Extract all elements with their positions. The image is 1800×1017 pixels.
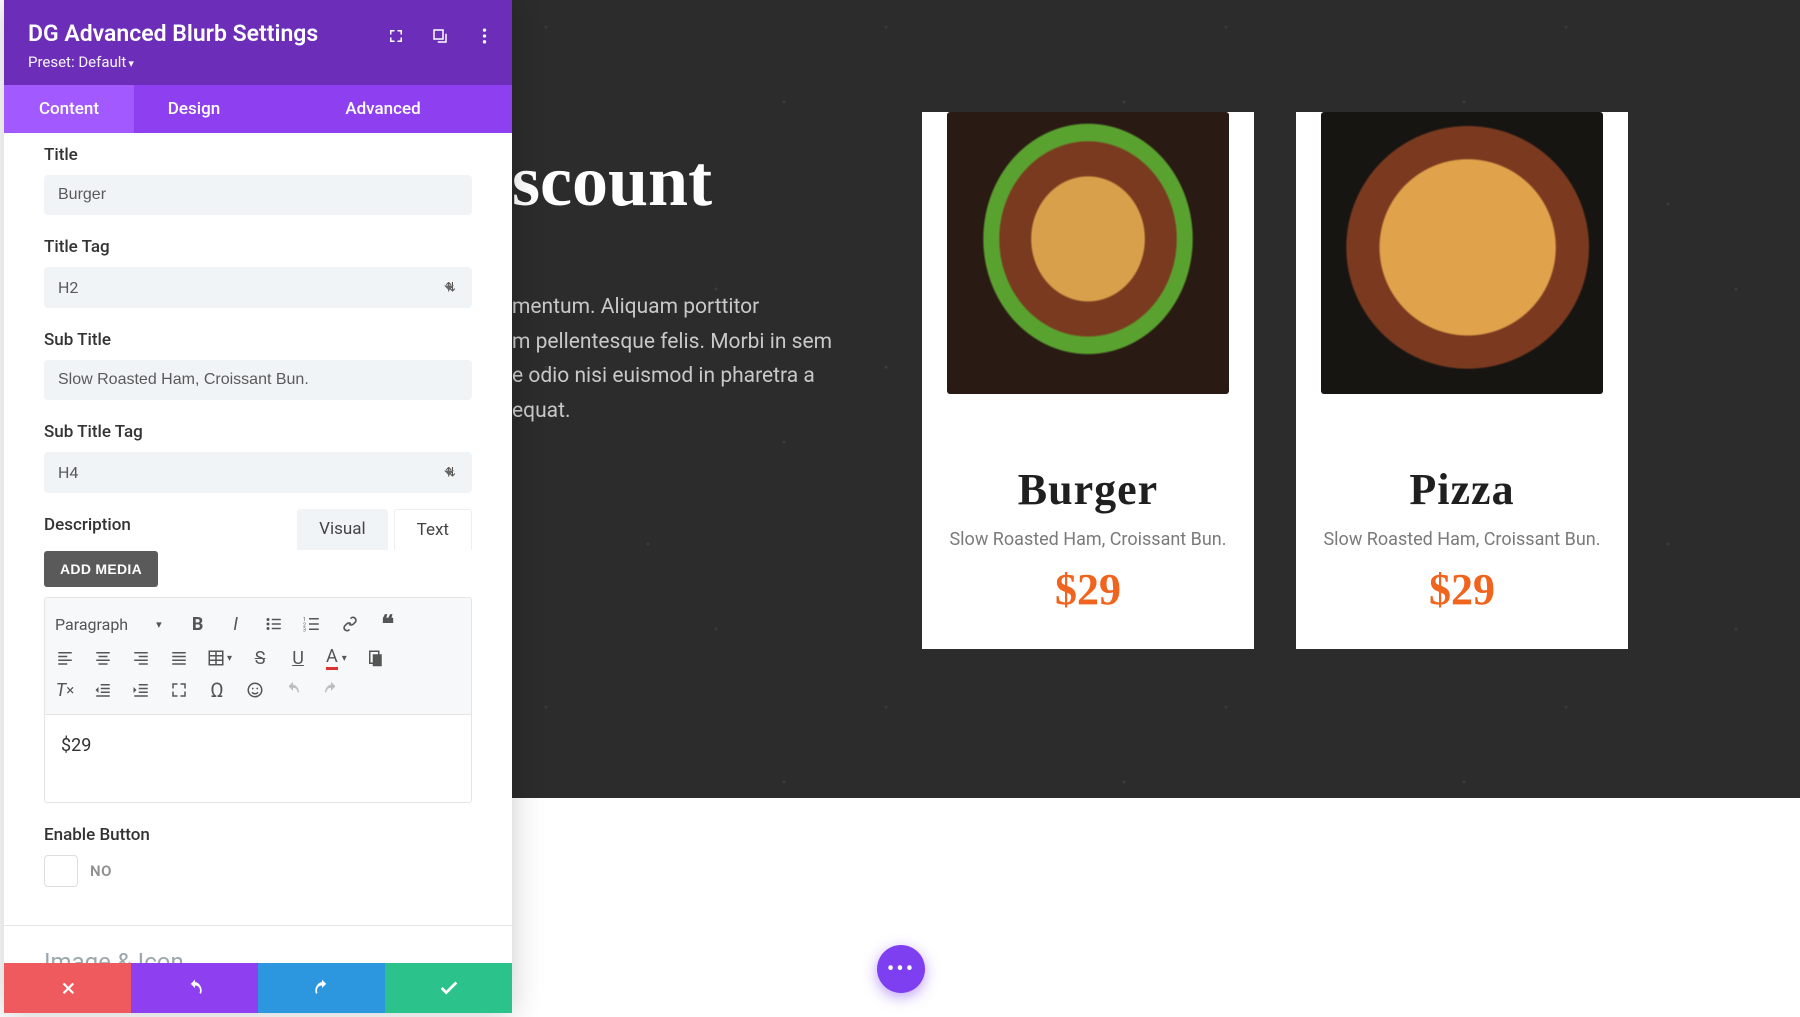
tab-design[interactable]: Design — [134, 85, 254, 133]
add-media-button[interactable]: ADD MEDIA — [44, 551, 158, 587]
indent-icon[interactable] — [131, 681, 151, 699]
card-title: Pizza — [1296, 464, 1628, 515]
tab-content[interactable]: Content — [4, 85, 134, 133]
bold-icon[interactable]: B — [188, 614, 208, 635]
enable-button-label: Enable Button — [44, 825, 472, 845]
select-caret-icon: ⇅ — [445, 465, 456, 480]
italic-icon[interactable]: I — [226, 614, 246, 635]
paragraph-dropdown[interactable]: Paragraph▾ — [55, 615, 170, 634]
blockquote-icon[interactable]: ❝ — [378, 610, 398, 638]
text-color-icon[interactable]: A▾ — [326, 646, 347, 670]
subtitle-tag-label: Sub Title Tag — [44, 422, 472, 442]
heading-fragment: scount — [512, 140, 712, 223]
tab-advanced[interactable]: Advanced — [254, 85, 512, 133]
panel-footer — [4, 963, 512, 1013]
special-char-icon[interactable]: Ω — [207, 678, 227, 702]
svg-text:3: 3 — [303, 628, 306, 634]
title-tag-label: Title Tag — [44, 237, 472, 257]
align-justify-icon[interactable] — [169, 649, 189, 667]
enable-button-toggle[interactable] — [44, 855, 78, 887]
food-card[interactable]: Burger Slow Roasted Ham, Croissant Bun. … — [922, 112, 1254, 649]
numbered-list-icon[interactable]: 123 — [302, 615, 322, 633]
bullet-list-icon[interactable] — [264, 615, 284, 633]
table-icon[interactable]: ▾ — [207, 649, 232, 667]
underline-icon[interactable]: U — [288, 648, 308, 669]
redo-button[interactable] — [258, 963, 385, 1013]
link-icon[interactable] — [340, 615, 360, 633]
panel-body[interactable]: Title Title Tag H2 ⇅ Sub Title Sub Title… — [4, 133, 512, 963]
hero-section: scount mentum. Aliquam porttitor m pelle… — [512, 0, 1800, 798]
align-right-icon[interactable] — [131, 649, 151, 667]
card-row: Burger Slow Roasted Ham, Croissant Bun. … — [922, 112, 1628, 649]
preset-selector[interactable]: Preset: Default▾ — [28, 53, 488, 71]
subtitle-input[interactable] — [44, 360, 472, 400]
panel-tabs: Content Design Advanced — [4, 85, 512, 133]
preset-label: Preset: Default — [28, 53, 126, 71]
card-subtitle: Slow Roasted Ham, Croissant Bun. — [1296, 529, 1628, 550]
expand-icon[interactable] — [386, 26, 406, 46]
title-input[interactable] — [44, 175, 472, 215]
outdent-icon[interactable] — [93, 681, 113, 699]
toggle-value: NO — [90, 862, 112, 880]
card-image — [947, 112, 1229, 394]
paste-icon[interactable] — [365, 649, 385, 667]
cancel-button[interactable] — [4, 963, 131, 1013]
redo-icon[interactable] — [321, 681, 341, 699]
title-tag-select[interactable]: H2 ⇅ — [44, 267, 472, 308]
editor-tab-text[interactable]: Text — [394, 509, 472, 550]
title-label: Title — [44, 145, 472, 165]
card-subtitle: Slow Roasted Ham, Croissant Bun. — [922, 529, 1254, 550]
rich-text-editor[interactable]: $29 — [44, 715, 472, 803]
section-title: Image & Icon — [44, 948, 184, 963]
card-image — [1321, 112, 1603, 394]
strikethrough-icon[interactable]: S — [250, 648, 270, 669]
food-card[interactable]: Pizza Slow Roasted Ham, Croissant Bun. $… — [1296, 112, 1628, 649]
chevron-down-icon: ⌄ — [455, 950, 472, 963]
subtitle-label: Sub Title — [44, 330, 472, 350]
page-preview: scount mentum. Aliquam porttitor m pelle… — [512, 0, 1800, 798]
responsive-icon[interactable] — [430, 26, 450, 46]
editor-tab-visual[interactable]: Visual — [297, 509, 387, 550]
subtitle-tag-select[interactable]: H4 ⇅ — [44, 452, 472, 493]
align-center-icon[interactable] — [93, 649, 113, 667]
card-title: Burger — [922, 464, 1254, 515]
emoji-icon[interactable] — [245, 681, 265, 699]
paragraph-fragment: mentum. Aliquam porttitor m pellentesque… — [512, 290, 832, 429]
undo-button[interactable] — [131, 963, 258, 1013]
caret-down-icon: ▾ — [128, 57, 134, 70]
fullscreen-icon[interactable] — [169, 681, 189, 699]
save-button[interactable] — [385, 963, 512, 1013]
more-icon[interactable] — [474, 26, 494, 46]
card-price: $29 — [1296, 564, 1628, 615]
select-caret-icon: ⇅ — [445, 280, 456, 295]
subtitle-tag-value: H4 — [58, 463, 78, 482]
settings-panel: DG Advanced Blurb Settings Preset: Defau… — [4, 0, 512, 1013]
panel-header: DG Advanced Blurb Settings Preset: Defau… — [4, 0, 512, 85]
title-tag-value: H2 — [58, 278, 78, 297]
card-price: $29 — [922, 564, 1254, 615]
rich-text-toolbar: Paragraph▾ B I 123 ❝ ▾ S U A▾ T× — [44, 597, 472, 715]
clear-format-icon[interactable]: T× — [55, 680, 75, 701]
floating-action-button[interactable]: ••• — [877, 945, 925, 993]
undo-icon[interactable] — [283, 681, 303, 699]
section-image-icon[interactable]: Image & Icon ⌄ — [44, 926, 472, 963]
align-left-icon[interactable] — [55, 649, 75, 667]
